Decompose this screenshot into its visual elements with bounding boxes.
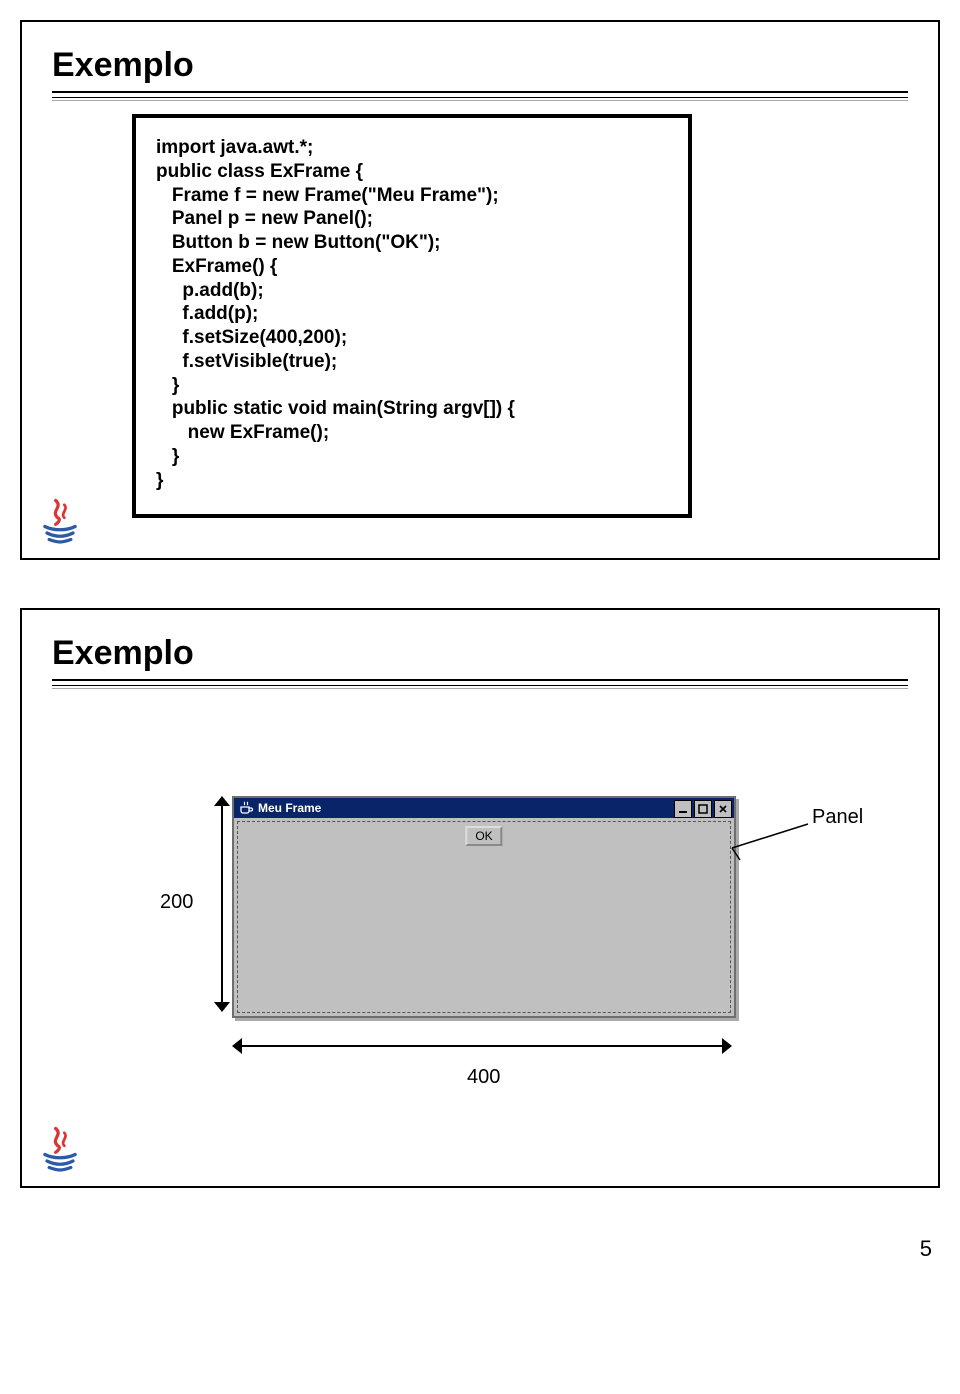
arrow-shaft: [221, 802, 223, 1006]
code-line: Button b = new Button("OK");: [156, 231, 668, 255]
panel-label: Panel: [812, 806, 863, 829]
java-logo-icon: [34, 494, 86, 546]
code-line: public class ExFrame {: [156, 160, 668, 184]
code-line: f.add(p);: [156, 302, 668, 326]
slide-1: Exemplo import java.awt.*; public class …: [20, 20, 940, 560]
code-line: f.setSize(400,200);: [156, 326, 668, 350]
code-line: new ExFrame();: [156, 421, 668, 445]
ok-button[interactable]: OK: [465, 826, 502, 846]
diagram-area: 200 Meu Frame: [52, 696, 908, 1156]
vertical-dimension-arrow: [212, 796, 232, 1012]
window-title-text: Meu Frame: [258, 801, 321, 815]
arrowhead-right-icon: [722, 1038, 732, 1054]
code-line: import java.awt.*;: [156, 136, 668, 160]
slide-2: Exemplo 200 Meu Frame: [20, 608, 940, 1188]
horizontal-dimension-arrow: [232, 1036, 732, 1056]
maximize-button[interactable]: [694, 800, 712, 818]
code-line: public static void main(String argv[]) {: [156, 397, 668, 421]
page-number: 5: [20, 1236, 940, 1262]
slide-title: Exemplo: [52, 46, 908, 85]
code-line: p.add(b);: [156, 279, 668, 303]
slide-title: Exemplo: [52, 634, 908, 673]
minimize-button[interactable]: [674, 800, 692, 818]
title-underline: [52, 91, 908, 98]
code-line: Panel p = new Panel();: [156, 207, 668, 231]
code-line: }: [156, 445, 668, 469]
arrowhead-down-icon: [214, 1002, 230, 1012]
window-buttons: [674, 800, 732, 818]
code-line: }: [156, 374, 668, 398]
java-cup-icon: [238, 800, 254, 816]
code-line: ExFrame() {: [156, 255, 668, 279]
code-line: Frame f = new Frame("Meu Frame");: [156, 184, 668, 208]
java-logo-icon: [34, 1122, 86, 1174]
code-line: f.setVisible(true);: [156, 350, 668, 374]
title-underline: [52, 679, 908, 686]
example-window: Meu Frame OK: [232, 796, 736, 1018]
arrow-shaft: [238, 1045, 726, 1047]
window-wrapper: Meu Frame OK: [232, 796, 732, 1018]
panel-area: OK: [237, 821, 731, 1013]
code-line: }: [156, 469, 668, 493]
width-label: 400: [467, 1066, 500, 1089]
height-label: 200: [160, 891, 193, 914]
window-titlebar[interactable]: Meu Frame: [234, 798, 734, 818]
code-box: import java.awt.*; public class ExFrame …: [132, 114, 692, 518]
